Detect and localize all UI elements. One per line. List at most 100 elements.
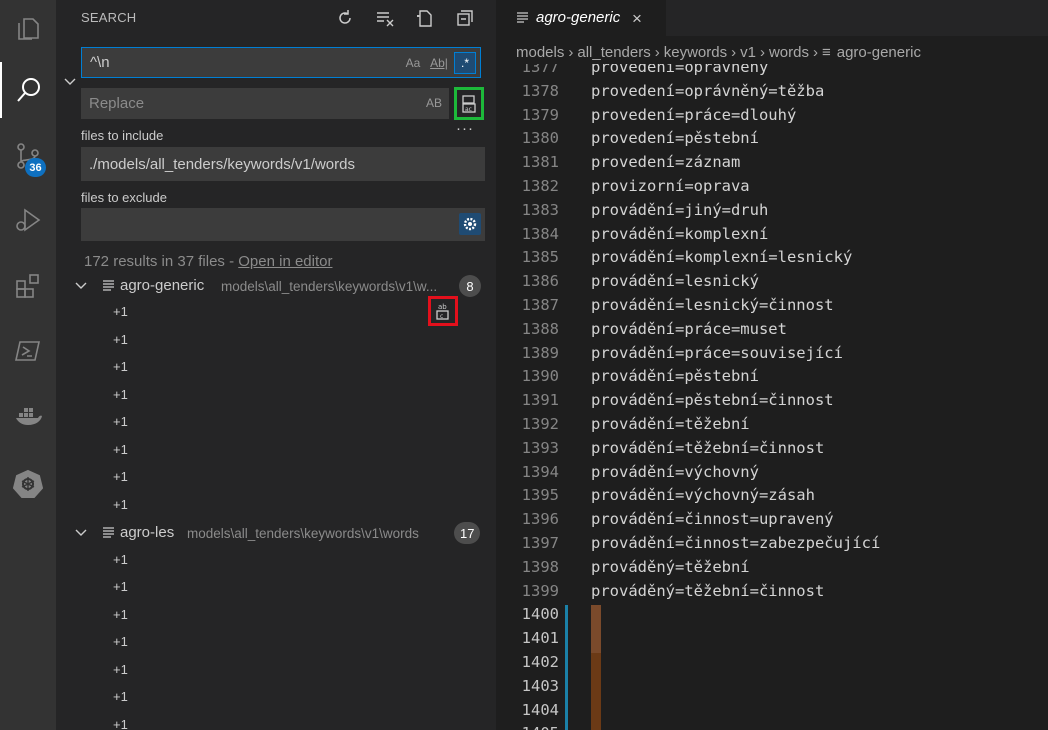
code-line[interactable]: 1386 provádění=lesnický	[496, 272, 1048, 296]
code-line[interactable]: 1380 provedení=pěstební	[496, 129, 1048, 153]
code-text: provádění=činnost=zabezpečující	[591, 534, 881, 552]
search-match[interactable]: +1	[113, 662, 128, 677]
search-match[interactable]: +1	[113, 497, 128, 512]
breadcrumb-item[interactable]: all_tenders	[577, 44, 650, 61]
match-case-toggle[interactable]: Aa	[402, 52, 424, 74]
breadcrumb-item[interactable]: keywords	[664, 44, 727, 61]
code-line[interactable]: 1395 provádění=výchovný=zásah	[496, 486, 1048, 510]
clear-results-icon[interactable]	[372, 6, 398, 30]
code-line[interactable]: 1384 provádění=komplexní	[496, 225, 1048, 249]
preserve-case-toggle[interactable]: AB	[423, 92, 445, 114]
search-match[interactable]: +1	[113, 607, 128, 622]
selection-highlight	[591, 724, 601, 730]
code-line[interactable]: 1379 provedení=práce=dlouhý	[496, 106, 1048, 130]
powershell-icon[interactable]	[0, 323, 56, 379]
code-line[interactable]: 1401	[496, 629, 1048, 654]
explorer-icon[interactable]	[0, 0, 56, 56]
breadcrumb-item[interactable]: words	[769, 44, 809, 61]
code-line[interactable]: 1388 provádění=práce=muset	[496, 320, 1048, 344]
docker-icon[interactable]	[0, 388, 56, 444]
code-area[interactable]: 1377 provedení=oprávněný 1378 provedení=opr…	[496, 64, 1048, 730]
search-match[interactable]: +1	[113, 304, 128, 319]
replace-match-button[interactable]: ab c	[428, 296, 458, 326]
code-text: provádění=lesnický	[591, 272, 759, 291]
code-line[interactable]: 1400	[496, 605, 1048, 630]
line-number: 1401	[521, 629, 559, 648]
code-line[interactable]: 1394 provádění=výchovný	[496, 463, 1048, 487]
breadcrumb-separator-icon: ›	[654, 44, 660, 61]
line-number: 1384	[521, 224, 559, 243]
search-match[interactable]: +1	[113, 689, 128, 704]
selection-highlight	[591, 605, 601, 630]
toggle-replace-chevron-icon[interactable]	[62, 74, 78, 90]
toggle-search-details[interactable]: ···	[456, 120, 474, 137]
refresh-icon[interactable]	[332, 6, 358, 30]
search-input[interactable]: ^\n Aa Ab| .*	[81, 47, 481, 78]
code-line[interactable]: 1396 provádění=činnost=upravený	[496, 510, 1048, 534]
code-line[interactable]: 1393 provádění=těžební=činnost	[496, 439, 1048, 463]
code-line[interactable]: 1404	[496, 700, 1048, 725]
chevron-down-icon[interactable]	[74, 526, 88, 540]
code-line[interactable]: 1391 provádění=pěstební=činnost	[496, 391, 1048, 415]
code-line[interactable]: 1402	[496, 653, 1048, 677]
breadcrumb-item[interactable]: v1	[740, 44, 756, 61]
code-line[interactable]: 1392 provádění=těžební	[496, 415, 1048, 439]
sidebar-title: SEARCH	[81, 10, 137, 25]
code-line[interactable]: 1398 prováděný=těžební	[496, 558, 1048, 582]
new-search-editor-icon[interactable]	[412, 6, 438, 30]
open-in-editor-link[interactable]: Open in editor	[238, 253, 332, 270]
source-control-icon[interactable]: 36	[0, 128, 56, 184]
breadcrumb-item[interactable]: agro-generic	[837, 44, 921, 61]
code-line[interactable]: 1403	[496, 676, 1048, 701]
replace-all-button[interactable]: ac	[454, 87, 484, 120]
search-match[interactable]: +1	[113, 579, 128, 594]
files-to-exclude-input[interactable]	[81, 208, 485, 241]
search-icon[interactable]	[0, 62, 56, 118]
code-line[interactable]: 1378 provedení=oprávněný=těžba	[496, 82, 1048, 106]
extensions-icon[interactable]	[0, 258, 56, 314]
search-match[interactable]: +1	[113, 442, 128, 457]
search-match[interactable]: +1	[113, 359, 128, 374]
search-match[interactable]: +1	[113, 552, 128, 567]
search-match[interactable]: +1	[113, 717, 128, 730]
search-match[interactable]: +1	[113, 469, 128, 484]
tab-agro-generic[interactable]: agro-generic ×	[496, 0, 666, 36]
code-line[interactable]: 1399 prováděný=těžební=činnost	[496, 582, 1048, 606]
line-number: 1396	[521, 510, 559, 529]
collapse-all-icon[interactable]	[452, 6, 478, 30]
code-line[interactable]: 1397 provádění=činnost=zabezpečující	[496, 534, 1048, 558]
search-match[interactable]: +1	[113, 387, 128, 402]
run-debug-icon[interactable]	[0, 192, 56, 248]
kubernetes-icon[interactable]	[0, 455, 56, 511]
search-match[interactable]: +1	[113, 414, 128, 429]
result-file-row[interactable]: agro-les models\all_tenders\keywords\v1\…	[56, 521, 496, 545]
chevron-down-icon[interactable]	[74, 279, 88, 293]
files-to-include-input[interactable]: ./models/all_tenders/keywords/v1/words	[81, 147, 485, 181]
code-line[interactable]: 1405	[496, 724, 1048, 730]
code-line[interactable]: 1385 provádění=komplexní=lesnický	[496, 248, 1048, 272]
code-line[interactable]: 1383 provádění=jiný=druh	[496, 201, 1048, 225]
whole-word-toggle[interactable]: Ab|	[428, 52, 450, 74]
regex-toggle[interactable]: .*	[454, 52, 476, 74]
replace-input[interactable]: Replace AB	[81, 88, 449, 119]
code-line[interactable]: 1382 provizorní=oprava	[496, 177, 1048, 201]
code-line[interactable]: 1389 provádění=práce=související	[496, 344, 1048, 368]
breadcrumb: models › all_tenders › keywords › v1 › words › ≡ ag…	[516, 44, 921, 61]
code-line[interactable]: 1387 provádění=lesnický=činnost	[496, 296, 1048, 320]
search-match[interactable]: +1	[113, 332, 128, 347]
source-control-badge: 36	[25, 158, 46, 177]
selection-highlight	[591, 629, 601, 654]
code-line[interactable]: 1377 provedení=oprávněný	[496, 64, 1048, 82]
code-text: prováděný=těžební=činnost	[591, 581, 825, 600]
line-number: 1397	[521, 534, 559, 552]
result-file-row[interactable]: agro-generic models\all_tenders\keywords…	[56, 274, 496, 298]
code-line[interactable]: 1390 provádění=pěstební	[496, 367, 1048, 391]
tab-close-icon[interactable]: ×	[632, 9, 642, 29]
search-match[interactable]: +1	[113, 634, 128, 649]
breadcrumb-item[interactable]: models	[516, 44, 564, 61]
code-line[interactable]: 1381 provedení=záznam	[496, 153, 1048, 177]
line-number: 1405	[496, 724, 559, 730]
search-sidebar: SEARCH ^\n Aa Ab| .* Replace AB ac ··· f…	[56, 0, 496, 730]
code-text: provádění=výchovný	[591, 462, 759, 481]
use-exclude-settings-gear-icon[interactable]	[459, 213, 481, 235]
